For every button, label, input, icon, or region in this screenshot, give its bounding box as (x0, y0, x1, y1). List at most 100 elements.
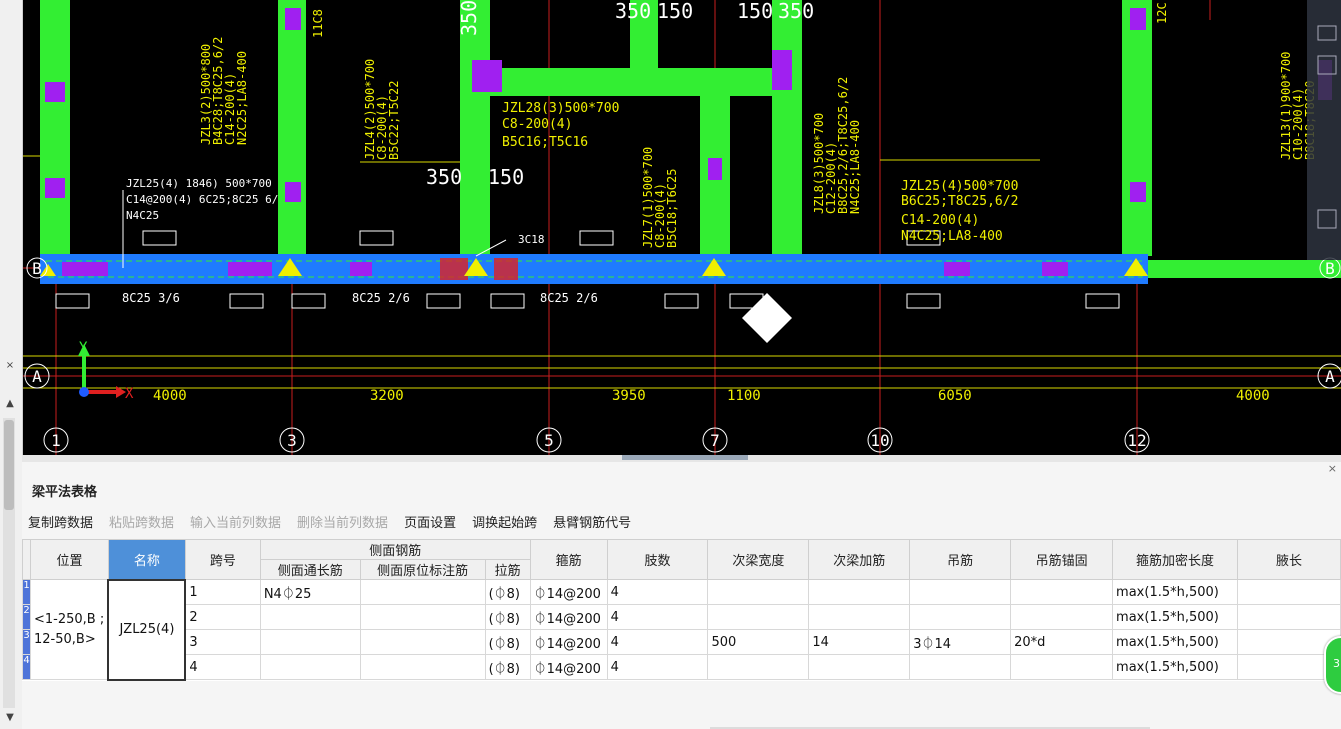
col-tie[interactable]: 拉筋 (484, 559, 531, 580)
col-haunch[interactable]: 腋长 (1237, 539, 1341, 580)
span-cell[interactable]: 2 (184, 604, 261, 630)
panel-close-icon[interactable]: × (1328, 462, 1337, 475)
axis-b-left: B (32, 259, 42, 278)
col-densify[interactable]: 箍筋加密长度 (1112, 539, 1239, 580)
col-secondary-width[interactable]: 次梁宽度 (707, 539, 810, 580)
tie-cell[interactable]: (⏀8) (484, 579, 531, 605)
secondary-add-cell[interactable] (808, 579, 911, 605)
hanger-anchor-cell[interactable] (1010, 604, 1114, 630)
col-position[interactable]: 位置 (30, 539, 109, 580)
table-row[interactable]: 2 2 (⏀8) ⏀14@200 4 max(1.5*h,500) (22, 604, 1341, 630)
dim-350-vertical: 350 (457, 0, 481, 36)
hanger-cell[interactable]: 3⏀14 (909, 629, 1012, 655)
secondary-width-cell[interactable]: 500 (707, 629, 810, 655)
col-stirrup[interactable]: 箍筋 (529, 539, 608, 580)
secondary-width-cell[interactable] (707, 579, 810, 605)
secondary-width-cell[interactable] (707, 604, 810, 630)
axis-dimensions: 4000 3200 3950 1100 6050 4000 (153, 388, 1270, 404)
densify-cell[interactable]: max(1.5*h,500) (1112, 629, 1239, 655)
col-side-through[interactable]: 侧面通长筋 (259, 559, 361, 580)
axis-1: 1 (51, 431, 61, 450)
col-legs[interactable]: 肢数 (606, 539, 709, 580)
side-original-cell[interactable] (359, 579, 486, 605)
view-cube-icon[interactable] (1307, 0, 1341, 260)
row-header[interactable]: 1 (22, 579, 31, 605)
densify-cell[interactable]: max(1.5*h,500) (1112, 654, 1239, 680)
page-setup-button[interactable]: 页面设置 (404, 512, 456, 532)
haunch-cell[interactable] (1237, 604, 1341, 630)
stirrup-cell[interactable]: ⏀14@200 (529, 629, 608, 655)
input-column-data-button[interactable]: 输入当前列数据 (190, 512, 281, 532)
col-span[interactable]: 跨号 (184, 539, 261, 580)
side-through-cell[interactable] (259, 604, 361, 630)
hanger-anchor-cell[interactable] (1010, 654, 1114, 680)
scrollbar-thumb[interactable] (4, 420, 14, 510)
hanger-cell[interactable] (909, 604, 1012, 630)
densify-cell[interactable]: max(1.5*h,500) (1112, 604, 1239, 630)
name-cell[interactable]: JZL25(4) (107, 578, 187, 681)
floating-badge[interactable]: 3 (1324, 636, 1341, 694)
haunch-cell[interactable] (1237, 579, 1341, 605)
tie-cell[interactable]: (⏀8) (484, 629, 531, 655)
stirrup-cell[interactable]: ⏀14@200 (529, 604, 608, 630)
side-original-cell[interactable] (359, 629, 486, 655)
hanger-cell[interactable] (909, 654, 1012, 680)
label-12c-top: 12C (1155, 2, 1169, 24)
stirrup-cell[interactable]: ⏀14@200 (529, 654, 608, 680)
scroll-down-icon[interactable]: ▼ (2, 712, 18, 723)
scroll-up-icon[interactable]: ▲ (2, 398, 18, 409)
secondary-width-cell[interactable] (707, 654, 810, 680)
side-through-cell[interactable]: N4⏀25 (259, 579, 361, 605)
side-original-cell[interactable] (359, 604, 486, 630)
swap-start-span-button[interactable]: 调换起始跨 (472, 512, 537, 532)
side-original-cell[interactable] (359, 654, 486, 680)
table-row[interactable]: 1 <1-250,B ; 12-50,B> JZL25(4) 1 N4⏀25 (… (22, 578, 1341, 681)
selection-diamond[interactable] (742, 293, 792, 343)
table-row[interactable]: 3 3 (⏀8) ⏀14@200 4 500 14 3⏀14 20*d max(… (22, 629, 1341, 655)
col-hanger-anchor[interactable]: 吊筋锚固 (1010, 539, 1114, 580)
row-header[interactable]: 2 (22, 604, 31, 630)
span-cell[interactable]: 1 (184, 579, 261, 605)
label-jzl28-2: C8-200(4) (502, 117, 572, 132)
col-name[interactable]: 名称 (107, 539, 186, 580)
hanger-cell[interactable] (909, 579, 1012, 605)
secondary-add-cell[interactable]: 14 (808, 629, 911, 655)
side-through-cell[interactable] (259, 654, 361, 680)
legs-cell[interactable]: 4 (606, 654, 709, 680)
cantilever-rebar-code-button[interactable]: 悬臂钢筋代号 (553, 512, 631, 532)
selected-beam[interactable] (40, 254, 1148, 284)
stirrup-cell[interactable]: ⏀14@200 (529, 579, 608, 605)
row-header[interactable]: 3 (22, 629, 31, 655)
position-cell[interactable]: <1-250,B ; 12-50,B> (30, 579, 109, 680)
cad-viewport[interactable]: JZL3(2)500*800 B4C28;T8C25,6/2 C14-200(4… (0, 0, 1341, 455)
splitter-grip[interactable] (622, 455, 748, 460)
legs-cell[interactable]: 4 (606, 579, 709, 605)
close-icon[interactable]: × (2, 360, 18, 371)
table-row[interactable]: 4 4 (⏀8) ⏀14@200 4 max(1.5*h,500) (22, 654, 1341, 680)
label-jzl4-3: B5C22;T5C22 (387, 81, 401, 160)
hanger-anchor-cell[interactable]: 20*d (1010, 629, 1114, 655)
copy-span-data-button[interactable]: 复制跨数据 (28, 512, 93, 532)
cad-canvas[interactable]: JZL3(2)500*800 B4C28;T8C25,6/2 C14-200(4… (0, 0, 1341, 455)
legs-cell[interactable]: 4 (606, 629, 709, 655)
corner-header (22, 539, 31, 580)
col-hanger[interactable]: 吊筋 (909, 539, 1012, 580)
paste-span-data-button[interactable]: 粘贴跨数据 (109, 512, 174, 532)
label-jzl7-3: B5C18;T6C25 (665, 169, 679, 248)
ucs-x-label: X (125, 386, 134, 402)
densify-cell[interactable]: max(1.5*h,500) (1112, 579, 1239, 605)
side-through-cell[interactable] (259, 629, 361, 655)
col-secondary-add[interactable]: 次梁加筋 (808, 539, 911, 580)
span-cell[interactable]: 4 (184, 654, 261, 680)
axis-dim-3: 3950 (612, 388, 646, 404)
row-header[interactable]: 4 (22, 654, 31, 680)
col-side-original[interactable]: 侧面原位标注筋 (359, 559, 486, 580)
span-cell[interactable]: 3 (184, 629, 261, 655)
secondary-add-cell[interactable] (808, 604, 911, 630)
delete-column-data-button[interactable]: 删除当前列数据 (297, 512, 388, 532)
tie-cell[interactable]: (⏀8) (484, 604, 531, 630)
hanger-anchor-cell[interactable] (1010, 579, 1114, 605)
tie-cell[interactable]: (⏀8) (484, 654, 531, 680)
secondary-add-cell[interactable] (808, 654, 911, 680)
legs-cell[interactable]: 4 (606, 604, 709, 630)
